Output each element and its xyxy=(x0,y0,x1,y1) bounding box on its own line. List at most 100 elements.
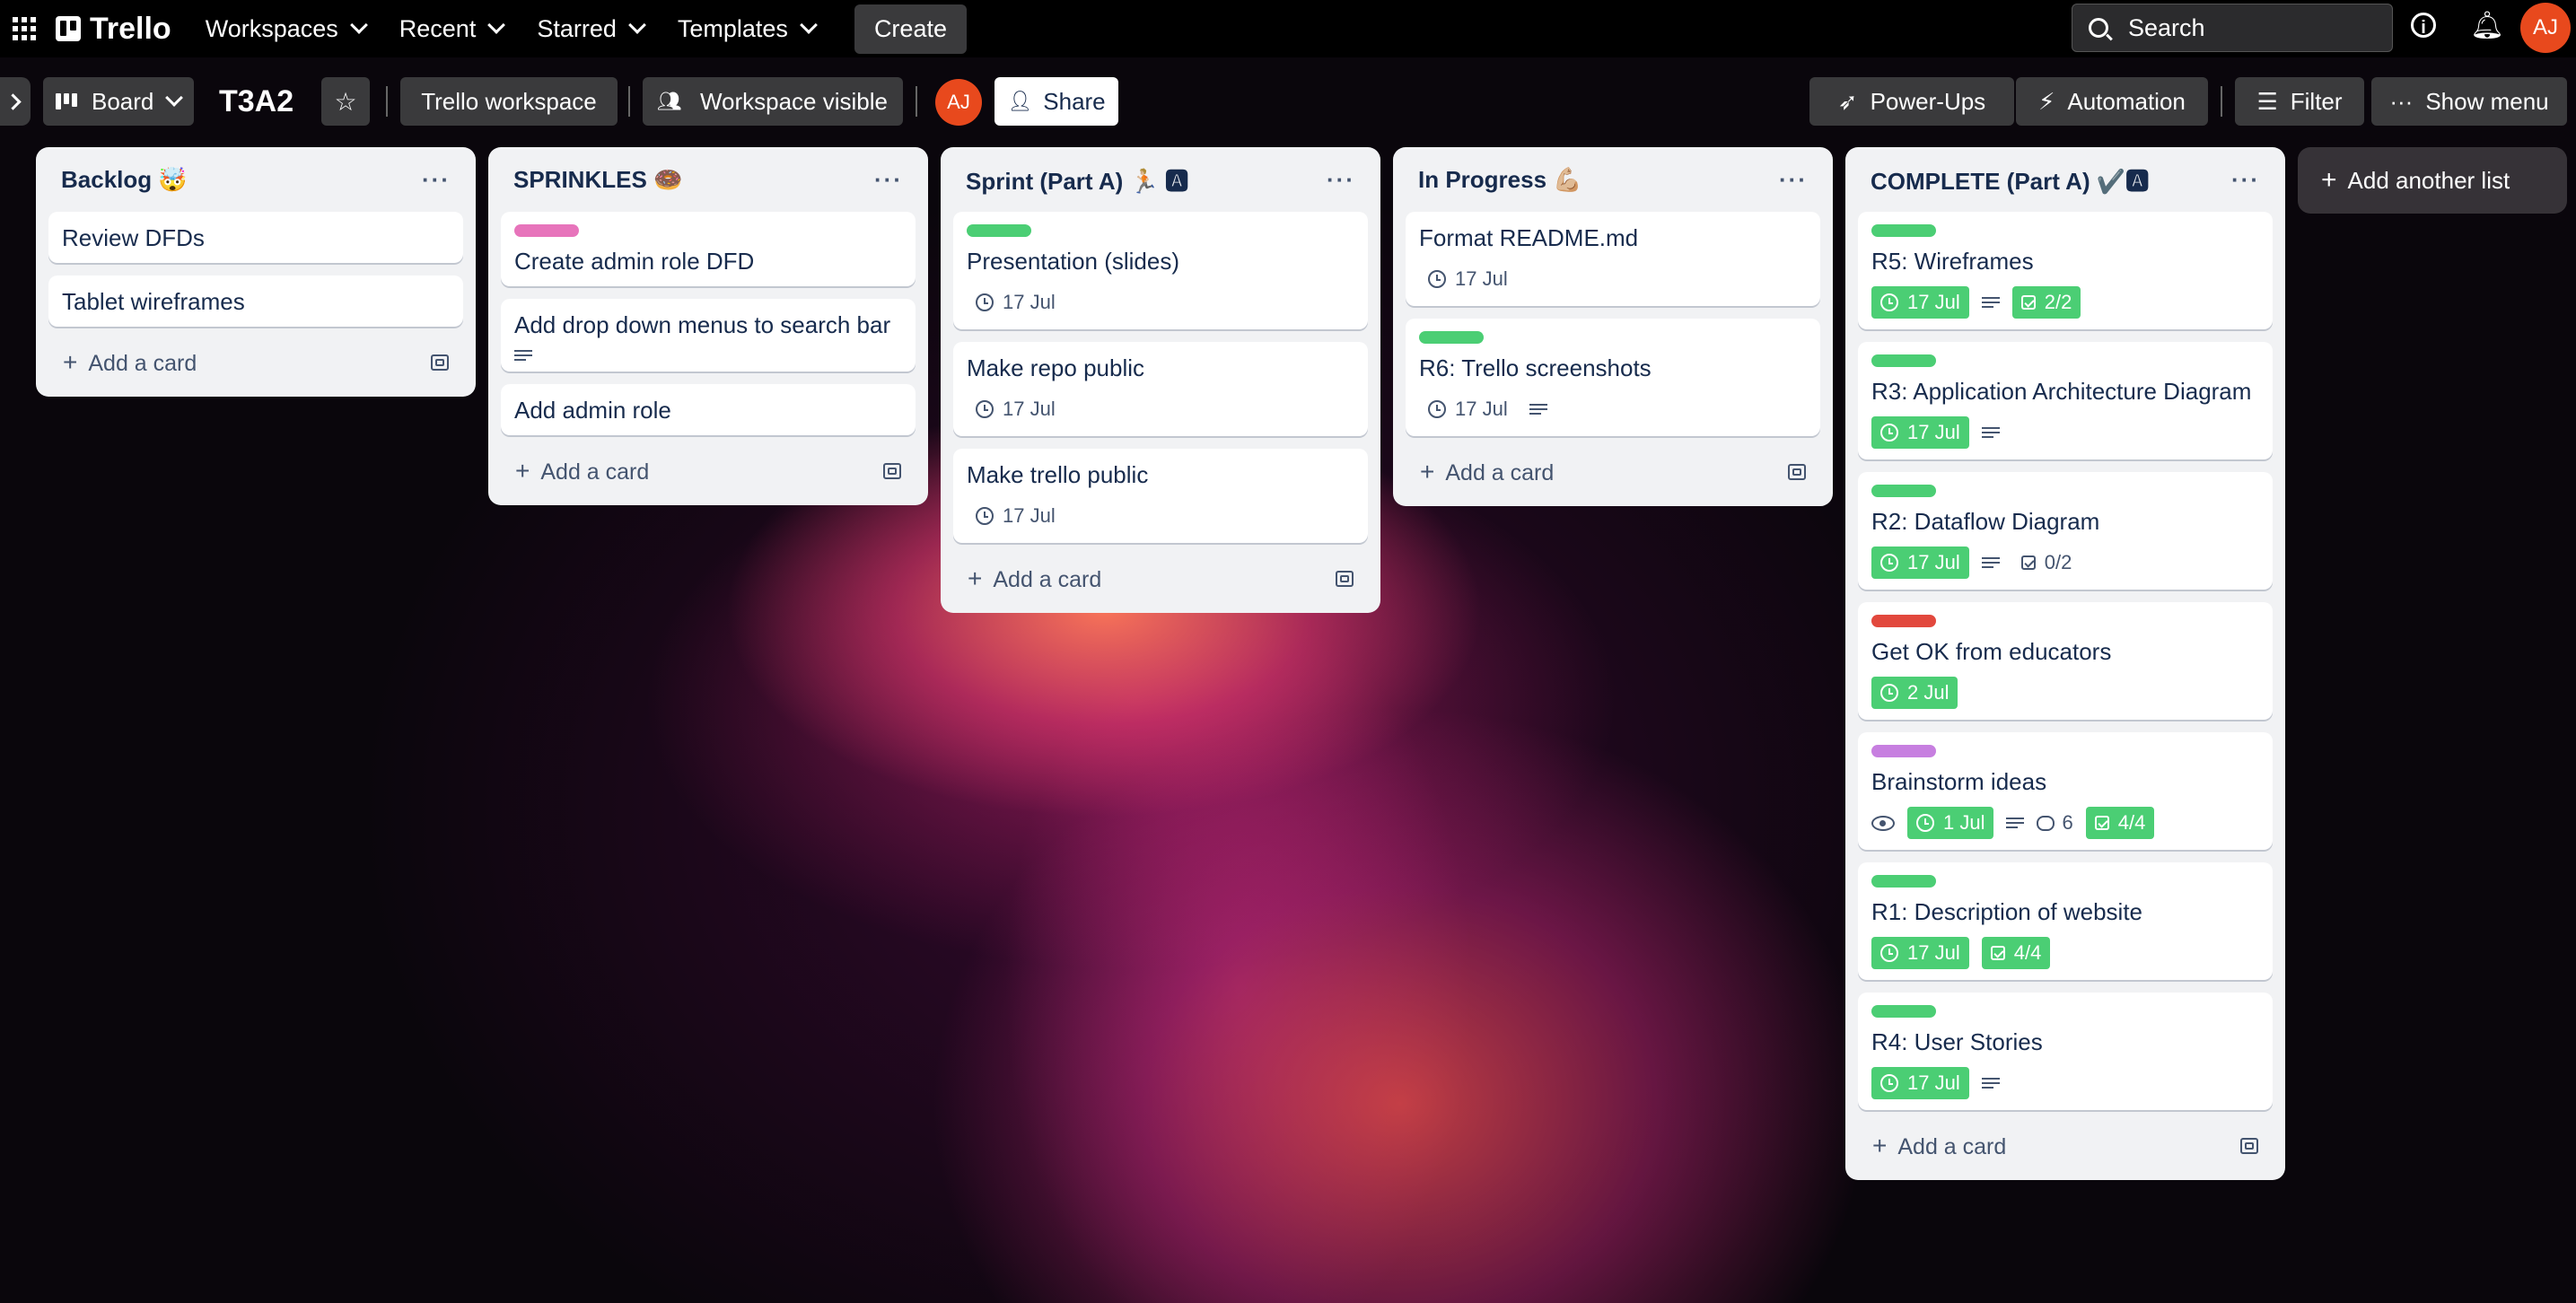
automation-button[interactable]: ⚡︎ Automation xyxy=(2016,77,2208,126)
add-card-button[interactable]: + Add a card xyxy=(48,339,463,386)
list-title[interactable]: Backlog 🤯 xyxy=(61,166,188,194)
add-card-button[interactable]: + Add a card xyxy=(1406,449,1820,495)
account-avatar[interactable]: AJ xyxy=(2520,3,2571,53)
card-template-icon[interactable] xyxy=(431,354,449,371)
due-date: 2 Jul xyxy=(1907,681,1950,704)
share-button[interactable]: 👤︎ Share xyxy=(994,77,1118,126)
card[interactable]: R2: Dataflow Diagram 17 Jul 0/2 xyxy=(1858,472,2273,590)
due-date-badge[interactable]: 17 Jul xyxy=(1871,1067,1969,1099)
add-card-button[interactable]: + Add a card xyxy=(1858,1123,2273,1169)
clock-icon xyxy=(976,507,994,525)
list-title[interactable]: In Progress 💪🏼 xyxy=(1418,166,1582,194)
search-icon xyxy=(2089,18,2108,38)
search-input[interactable]: Search xyxy=(2072,4,2393,52)
card[interactable]: Format README.md 17 Jul xyxy=(1406,212,1820,306)
card[interactable]: Make repo public 17 Jul xyxy=(953,342,1368,436)
list-header[interactable]: SPRINKLES 🍩 ··· xyxy=(501,160,916,199)
card-title: R5: Wireframes xyxy=(1871,248,2034,275)
card[interactable]: R6: Trello screenshots 17 Jul xyxy=(1406,319,1820,436)
card[interactable]: Tablet wireframes xyxy=(48,275,463,327)
card[interactable]: Presentation (slides) 17 Jul xyxy=(953,212,1368,329)
card-label-green[interactable] xyxy=(1871,485,1936,497)
workspace-button[interactable]: Trello workspace xyxy=(400,77,618,126)
info-icon[interactable]: i xyxy=(2411,13,2436,38)
due-date-badge[interactable]: 17 Jul xyxy=(1871,547,1969,579)
list-title[interactable]: COMPLETE (Part A) ✔️🅰 xyxy=(1871,163,2149,197)
due-date-badge[interactable]: 2 Jul xyxy=(1871,677,1958,709)
nav-recent[interactable]: Recent xyxy=(399,15,506,43)
card[interactable]: Get OK from educators 2 Jul xyxy=(1858,602,2273,720)
card-template-icon[interactable] xyxy=(2240,1138,2258,1154)
visibility-button[interactable]: 👥︎ Workspace visible xyxy=(643,77,903,126)
list-title[interactable]: Sprint (Part A) 🏃🏼 🅰 xyxy=(966,163,1188,197)
chevron-down-icon xyxy=(165,89,184,107)
card-label-pink[interactable] xyxy=(514,224,579,237)
card-label-green[interactable] xyxy=(1871,1005,1936,1018)
card-template-icon[interactable] xyxy=(883,463,901,479)
add-card-button[interactable]: + Add a card xyxy=(501,448,916,494)
member-avatar[interactable]: AJ xyxy=(935,79,982,126)
card-badges: 1 Jul 6 4/4 xyxy=(1871,807,2259,839)
filter-button[interactable]: ☰ Filter xyxy=(2235,77,2364,126)
card-template-icon[interactable] xyxy=(1788,464,1806,480)
notification-bell-icon[interactable]: 🔔︎ xyxy=(2470,11,2504,41)
card[interactable]: R1: Description of website 17 Jul 4/4 xyxy=(1858,862,2273,980)
list-backlog: Backlog 🤯 ··· Review DFDs Tablet wirefra… xyxy=(36,147,476,397)
card-label-green[interactable] xyxy=(967,224,1031,237)
add-list-button[interactable]: + Add another list xyxy=(2298,147,2567,214)
due-date-badge[interactable]: 17 Jul xyxy=(967,500,1065,532)
due-date-badge[interactable]: 1 Jul xyxy=(1907,807,1994,839)
list-menu-icon[interactable]: ··· xyxy=(1779,166,1808,194)
card-title: Add admin role xyxy=(514,397,671,424)
create-button[interactable]: Create xyxy=(854,4,967,54)
due-date-badge[interactable]: 17 Jul xyxy=(967,286,1065,319)
card-label-purple[interactable] xyxy=(1871,745,1936,757)
app-switcher-icon[interactable] xyxy=(13,17,36,40)
card-label-green[interactable] xyxy=(1871,875,1936,888)
list-menu-icon[interactable]: ··· xyxy=(1327,166,1355,194)
list-menu-icon[interactable]: ··· xyxy=(874,166,903,194)
due-date-badge[interactable]: 17 Jul xyxy=(967,393,1065,425)
card-label-green[interactable] xyxy=(1419,331,1484,344)
sidebar-toggle-button[interactable] xyxy=(0,77,31,126)
list-header[interactable]: In Progress 💪🏼 ··· xyxy=(1406,160,1820,199)
card[interactable]: R5: Wireframes 17 Jul 2/2 xyxy=(1858,212,2273,329)
star-board-button[interactable]: ☆ xyxy=(321,77,370,126)
list-menu-icon[interactable]: ··· xyxy=(2231,166,2260,194)
card[interactable]: Review DFDs xyxy=(48,212,463,263)
add-card-button[interactable]: + Add a card xyxy=(953,555,1368,602)
card[interactable]: R4: User Stories 17 Jul xyxy=(1858,993,2273,1110)
nav-templates-label: Templates xyxy=(677,14,788,42)
header-divider xyxy=(386,86,388,117)
card[interactable]: R3: Application Architecture Diagram 17 … xyxy=(1858,342,2273,459)
card[interactable]: Add drop down menus to search bar xyxy=(501,299,916,372)
list-title[interactable]: SPRINKLES 🍩 xyxy=(513,166,682,194)
list-complete-part-a: COMPLETE (Part A) ✔️🅰 ··· R5: Wireframes… xyxy=(1845,147,2285,1180)
power-ups-button[interactable]: ➶ Power-Ups xyxy=(1809,77,2014,126)
trello-logo[interactable]: Trello xyxy=(56,12,171,47)
due-date-badge[interactable]: 17 Jul xyxy=(1871,286,1969,319)
board-view-switcher[interactable]: Board xyxy=(43,77,194,126)
card[interactable]: Make trello public 17 Jul xyxy=(953,449,1368,543)
card-label-green[interactable] xyxy=(1871,354,1936,367)
card-template-icon[interactable] xyxy=(1336,571,1354,587)
list-menu-icon[interactable]: ··· xyxy=(422,166,451,194)
show-menu-button[interactable]: ··· Show menu xyxy=(2371,77,2567,126)
card[interactable]: Add admin role xyxy=(501,384,916,435)
due-date-badge[interactable]: 17 Jul xyxy=(1419,263,1517,295)
nav-starred[interactable]: Starred xyxy=(537,15,646,43)
nav-workspaces[interactable]: Workspaces xyxy=(206,15,368,43)
list-header[interactable]: Backlog 🤯 ··· xyxy=(48,160,463,199)
card-label-green[interactable] xyxy=(1871,224,1936,237)
due-date: 17 Jul xyxy=(1907,551,1960,573)
due-date-badge[interactable]: 17 Jul xyxy=(1871,937,1969,969)
list-header[interactable]: Sprint (Part A) 🏃🏼 🅰 ··· xyxy=(953,160,1368,199)
card[interactable]: Create admin role DFD xyxy=(501,212,916,286)
card[interactable]: Brainstorm ideas 1 Jul 6 4/4 xyxy=(1858,732,2273,850)
card-label-red[interactable] xyxy=(1871,615,1936,627)
list-header[interactable]: COMPLETE (Part A) ✔️🅰 ··· xyxy=(1858,160,2273,199)
board-title[interactable]: T3A2 xyxy=(219,77,294,126)
due-date-badge[interactable]: 17 Jul xyxy=(1871,416,1969,449)
due-date-badge[interactable]: 17 Jul xyxy=(1419,393,1517,425)
nav-templates[interactable]: Templates xyxy=(677,14,818,43)
